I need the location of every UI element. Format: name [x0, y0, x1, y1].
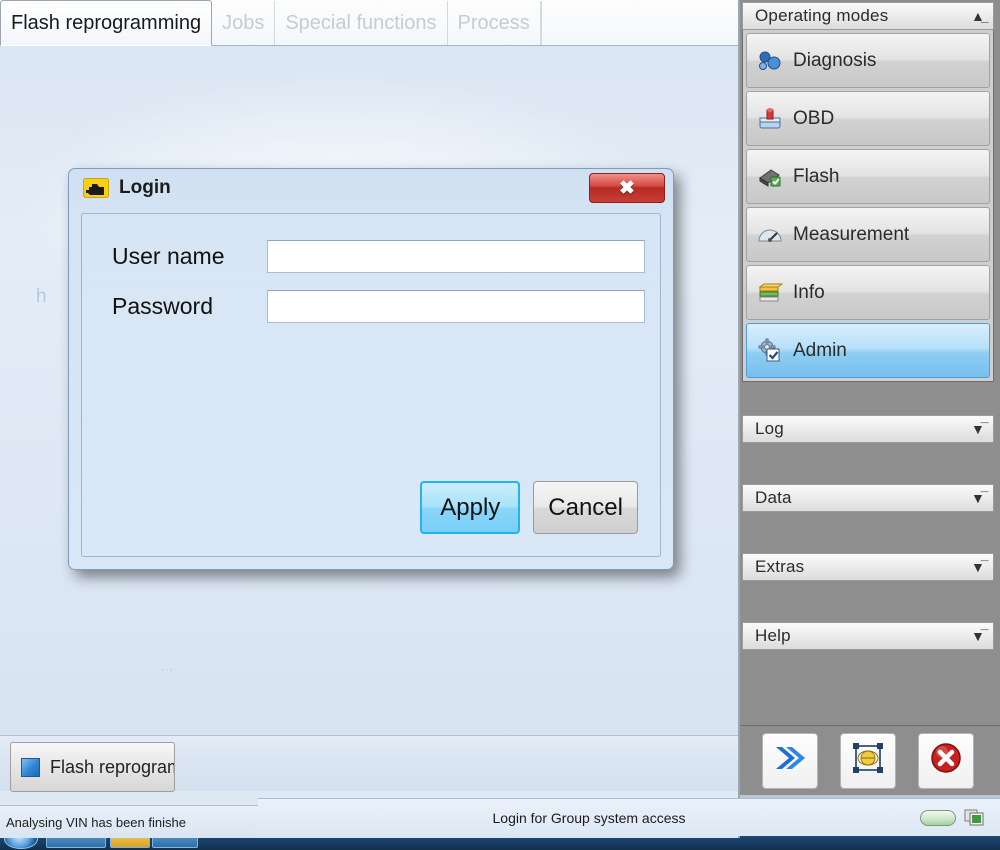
- section-extras-header[interactable]: Extras ▼̅: [742, 553, 994, 581]
- section-data-label: Data: [755, 488, 792, 507]
- cards-icon[interactable]: [964, 809, 986, 827]
- green-progress-icon: [920, 809, 957, 826]
- double-chevron-right-icon: [773, 743, 807, 778]
- sidebar-item-label: Admin: [793, 339, 847, 361]
- username-row: User name: [112, 236, 660, 276]
- username-label: User name: [112, 242, 225, 269]
- sidebar-item-label: Flash: [793, 165, 840, 187]
- framed-globe-icon: [851, 742, 885, 779]
- password-row: Password: [112, 286, 660, 326]
- sidebar-item-label: Info: [793, 281, 825, 303]
- operating-modes-list: Diagnosis OBD Flash Measurement Info Adm…: [742, 30, 994, 382]
- section-data: Data ▼̅: [742, 484, 994, 512]
- password-input[interactable]: [267, 289, 645, 323]
- section-log-label: Log: [755, 419, 784, 438]
- diagnosis-icon: [757, 48, 783, 74]
- section-help: Help ▼̅: [742, 622, 994, 650]
- login-dialog: Login ✖ User name Password Apply Cancel: [68, 168, 674, 570]
- engine-check-icon: [83, 178, 109, 198]
- tab-special-functions[interactable]: Special functions: [275, 1, 448, 45]
- global-status-bar: Login for Group system access: [258, 798, 1000, 836]
- sidebar-item-admin[interactable]: Admin: [746, 323, 990, 378]
- section-help-label: Help: [755, 626, 791, 645]
- chevron-down-icon[interactable]: ▼̅: [971, 491, 985, 505]
- password-label: Password: [112, 292, 213, 319]
- section-log: Log ▼̅: [742, 415, 994, 443]
- forward-button[interactable]: [761, 732, 818, 789]
- tab-label: Flash reprogramming: [11, 11, 202, 34]
- section-extras-label: Extras: [755, 557, 805, 576]
- sidebar-toolbar: [734, 725, 1000, 795]
- sidebar-item-label: OBD: [793, 107, 835, 129]
- obscured-text-left: h: [36, 286, 47, 307]
- operating-modes-panel: Operating modes ▲̲ Diagnosis OBD Flash M…: [742, 2, 994, 382]
- sidebar-item-label: Diagnosis: [793, 49, 877, 71]
- measurement-icon: [757, 222, 783, 248]
- section-extras: Extras ▼̅: [742, 553, 994, 581]
- flash-icon: [757, 164, 783, 190]
- window-task-button-label: Flash reprogram: [50, 756, 175, 777]
- chevron-up-icon[interactable]: ▲̲: [971, 9, 985, 23]
- right-sidebar: Operating modes ▲̲ Diagnosis OBD Flash M…: [733, 0, 1000, 795]
- close-icon[interactable]: ✖: [589, 173, 665, 203]
- section-data-header[interactable]: Data ▼̅: [742, 484, 994, 512]
- screen-root: Operating modes ▲̲ Diagnosis OBD Flash M…: [0, 0, 1000, 850]
- tab-flash-reprogramming[interactable]: Flash reprogramming: [0, 0, 213, 46]
- section-help-header[interactable]: Help ▼̅: [742, 622, 994, 650]
- dialog-actions: Apply Cancel: [420, 481, 638, 534]
- apply-button[interactable]: Apply: [420, 481, 521, 534]
- section-log-header[interactable]: Log ▼̅: [742, 415, 994, 443]
- chevron-down-icon[interactable]: ▼̅: [971, 629, 985, 643]
- dialog-title-bar[interactable]: Login ✖: [69, 169, 673, 207]
- blue-square-icon: [21, 757, 40, 777]
- username-input[interactable]: [267, 239, 645, 273]
- obscured-text-center: ...: [160, 658, 174, 675]
- global-status-message: Login for Group system access: [492, 809, 686, 826]
- sidebar-item-flash[interactable]: Flash: [746, 149, 990, 204]
- window-task-button[interactable]: Flash reprogram: [10, 742, 175, 792]
- tab-jobs[interactable]: Jobs: [212, 1, 276, 45]
- chevron-down-icon[interactable]: ▼̅: [971, 422, 985, 436]
- red-x-circle-icon: [929, 741, 963, 780]
- sidebar-item-info[interactable]: Info: [746, 265, 990, 320]
- operating-modes-title: Operating modes: [755, 6, 889, 25]
- admin-icon: [757, 338, 783, 364]
- vehicle-identification-button[interactable]: [839, 732, 896, 789]
- tab-label: Process: [457, 11, 530, 34]
- info-icon: [757, 280, 784, 306]
- dialog-title: Login: [119, 177, 171, 198]
- chevron-down-icon[interactable]: ▼̅: [971, 560, 985, 574]
- tab-process[interactable]: Process: [448, 1, 541, 45]
- sidebar-item-obd[interactable]: OBD: [746, 91, 990, 146]
- dialog-body: User name Password Apply Cancel: [81, 213, 661, 557]
- sidebar-item-label: Measurement: [793, 223, 910, 245]
- sidebar-item-measurement[interactable]: Measurement: [746, 207, 990, 262]
- tab-bar-filler: [540, 1, 738, 45]
- obd-icon: [757, 106, 783, 132]
- operating-modes-header[interactable]: Operating modes ▲̲: [742, 2, 994, 30]
- tab-label: Jobs: [222, 11, 265, 34]
- status-message-left: Analysing VIN has been finishe: [6, 814, 186, 830]
- cancel-button[interactable]: Cancel: [533, 481, 638, 534]
- stop-button[interactable]: [917, 732, 974, 789]
- tab-bar: Flash reprogramming Jobs Special functio…: [0, 0, 738, 46]
- sidebar-item-diagnosis[interactable]: Diagnosis: [746, 33, 990, 88]
- tab-label: Special functions: [285, 11, 437, 34]
